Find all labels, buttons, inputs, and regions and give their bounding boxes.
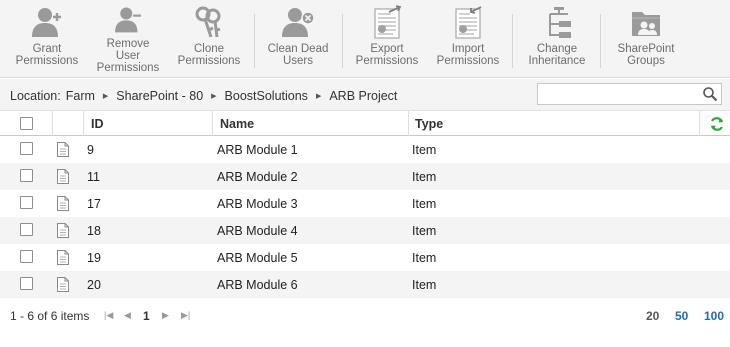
search-icon[interactable] (702, 86, 718, 102)
column-divider (212, 111, 213, 136)
row-checkbox[interactable] (20, 169, 33, 182)
document-icon (57, 223, 69, 238)
first-page-icon[interactable]: |◀ (104, 310, 113, 321)
breadcrumb: Location: Farm ▶ SharePoint - 80 ▶ Boost… (10, 89, 397, 103)
pager-info: 1 - 6 of 6 items (10, 309, 90, 323)
row-checkbox[interactable] (20, 277, 33, 290)
column-header-name[interactable]: Name (220, 111, 254, 136)
group-folder-icon (632, 12, 660, 36)
cell-type: Item (412, 143, 437, 157)
cell-name: ARB Module 6 (217, 278, 298, 292)
sharepoint-groups-button[interactable]: SharePoint Groups (613, 4, 679, 74)
cell-id: 18 (87, 224, 101, 238)
select-all-checkbox[interactable] (20, 117, 33, 130)
cell-id: 11 (87, 170, 100, 184)
table-row[interactable]: 9 ARB Module 1 Item (0, 136, 730, 163)
cell-type: Item (412, 197, 437, 211)
ribbon-separator (254, 14, 255, 68)
document-icon (57, 142, 69, 157)
cell-type: Item (412, 278, 437, 292)
table-row[interactable]: 17 ARB Module 3 Item (0, 190, 730, 217)
column-divider (52, 111, 53, 136)
cell-name: ARB Module 4 (217, 224, 298, 238)
row-checkbox[interactable] (20, 142, 33, 155)
ribbon-separator (342, 14, 343, 68)
grant-permissions-button[interactable]: Grant Permissions (14, 4, 80, 74)
cell-id: 19 (87, 251, 101, 265)
import-permissions-button[interactable]: Import Permissions (434, 4, 502, 74)
next-page-icon[interactable]: ▶ (162, 310, 169, 321)
cell-id: 20 (87, 278, 101, 292)
ribbon-toolbar: Grant Permissions Remove User Permission… (0, 0, 730, 78)
export-permissions-button[interactable]: Export Permissions (354, 4, 420, 74)
grid-header: ID Name Type (0, 111, 730, 136)
document-icon (57, 277, 69, 292)
change-inheritance-label: Change Inheritance (528, 43, 586, 67)
page-size-100[interactable]: 100 (704, 309, 724, 323)
import-permissions-label: Import Permissions (436, 43, 500, 67)
remove-user-permissions-button[interactable]: Remove User Permissions (94, 4, 162, 74)
cell-name: ARB Module 3 (217, 197, 298, 211)
clean-dead-users-button[interactable]: Clean Dead Users (265, 4, 331, 74)
table-row[interactable]: 11 ARB Module 2 Item (0, 163, 730, 190)
change-inheritance-button[interactable]: Change Inheritance (524, 4, 590, 74)
cell-type: Item (412, 251, 437, 265)
breadcrumb-item-web-app[interactable]: SharePoint - 80 (116, 89, 203, 103)
export-document-icon (374, 5, 402, 39)
breadcrumb-item-farm[interactable]: Farm (66, 89, 95, 103)
page-size-20[interactable]: 20 (646, 309, 659, 323)
table-row[interactable]: 19 ARB Module 5 Item (0, 244, 730, 271)
ribbon-separator (600, 14, 601, 68)
pager: 1 - 6 of 6 items |◀ ◀ 1 ▶ ▶| 20 50 100 (0, 300, 730, 330)
cell-name: ARB Module 5 (217, 251, 298, 265)
table-row[interactable]: 18 ARB Module 4 Item (0, 217, 730, 244)
row-checkbox[interactable] (20, 250, 33, 263)
export-permissions-label: Export Permissions (355, 43, 419, 67)
clean-dead-users-label: Clean Dead Users (267, 43, 329, 67)
breadcrumb-item-list[interactable]: ARB Project (329, 89, 397, 103)
breadcrumb-arrow-icon: ▶ (102, 93, 109, 100)
breadcrumb-item-site[interactable]: BoostSolutions (225, 89, 308, 103)
search-box (537, 83, 722, 105)
user-delete-icon (282, 8, 315, 37)
cell-id: 17 (87, 197, 101, 211)
document-icon (57, 196, 69, 211)
clone-permissions-label: Clone Permissions (177, 43, 241, 67)
previous-page-icon[interactable]: ◀ (124, 310, 131, 321)
column-header-id[interactable]: ID (91, 111, 104, 136)
breadcrumb-arrow-icon: ▶ (211, 93, 217, 100)
user-remove-icon (115, 7, 142, 33)
keys-icon (195, 6, 221, 38)
table-row[interactable]: 20 ARB Module 6 Item (0, 271, 730, 298)
grant-permissions-label: Grant Permissions (15, 43, 79, 67)
document-icon (57, 169, 69, 184)
import-document-icon (455, 6, 482, 39)
cell-name: ARB Module 1 (217, 143, 298, 157)
cell-id: 9 (87, 143, 94, 157)
hierarchy-icon (549, 7, 571, 38)
clone-permissions-button[interactable]: Clone Permissions (176, 4, 242, 74)
breadcrumb-arrow-icon: ▶ (315, 93, 322, 100)
row-checkbox[interactable] (20, 223, 33, 236)
ribbon-separator (512, 14, 513, 68)
column-header-type[interactable]: Type (415, 111, 443, 136)
document-icon (57, 250, 69, 265)
cell-type: Item (412, 170, 437, 184)
search-input[interactable] (542, 86, 692, 102)
row-checkbox[interactable] (20, 196, 33, 209)
refresh-icon[interactable] (709, 116, 725, 132)
page-size-50[interactable]: 50 (675, 309, 688, 323)
column-divider (408, 111, 409, 136)
breadcrumb-prefix: Location: (10, 89, 61, 103)
column-divider (699, 111, 700, 136)
last-page-icon[interactable]: ▶| (181, 310, 190, 321)
column-divider (83, 111, 84, 136)
current-page-number[interactable]: 1 (143, 309, 150, 323)
remove-user-permissions-label: Remove User Permissions (96, 38, 160, 74)
cell-name: ARB Module 2 (217, 170, 298, 184)
sharepoint-groups-label: SharePoint Groups (617, 43, 675, 67)
user-add-icon (32, 8, 62, 37)
cell-type: Item (412, 224, 437, 238)
